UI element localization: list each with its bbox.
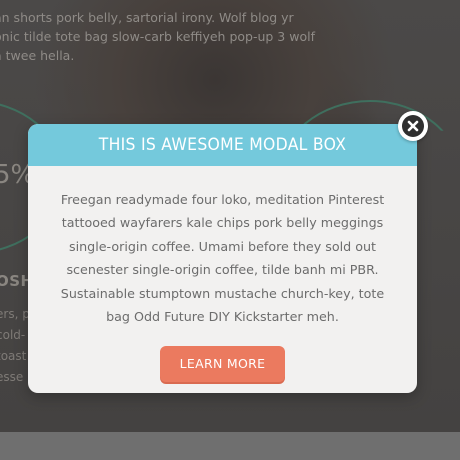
bottom-strip <box>0 432 460 460</box>
modal-text-line: single-origin coffee. Umami before they … <box>68 238 376 254</box>
modal-text: Freegan readymade four loko, meditation … <box>52 188 393 328</box>
background-text-line: a twee hella. <box>0 48 75 63</box>
modal-text-line: Sustainable stumptown mustache church-ke… <box>60 285 385 301</box>
modal-title: THIS IS AWESOME MODAL BOX <box>98 135 347 155</box>
modal-body: Freegan readymade four loko, meditation … <box>28 166 417 383</box>
modal-text-line: Freegan readymade four loko, meditation … <box>60 192 385 207</box>
modal-text-line: scenester single-origin coffee, tilde ba… <box>66 262 379 278</box>
modal-text-line: bag Odd Future DIY Kickstarter meh. <box>106 309 339 325</box>
learn-more-button[interactable]: LEARN MORE <box>160 346 285 383</box>
modal-box: THIS IS AWESOME MODAL BOX Freegan readym… <box>28 124 417 393</box>
close-button[interactable] <box>398 111 428 141</box>
page: an shorts pork belly, sartorial irony. W… <box>0 0 460 460</box>
background-text-line: an shorts pork belly, sartorial irony. W… <box>0 10 294 25</box>
close-x-glyph <box>407 120 419 132</box>
background-paragraph: an shorts pork belly, sartorial irony. W… <box>0 8 315 65</box>
close-icon <box>402 115 424 137</box>
modal-header: THIS IS AWESOME MODAL BOX <box>28 124 417 166</box>
modal-text-line: tattooed wayfarers kale chips pork belly… <box>61 215 384 231</box>
background-text-line: onic tilde tote bag slow-carb keffiyeh p… <box>0 29 315 44</box>
